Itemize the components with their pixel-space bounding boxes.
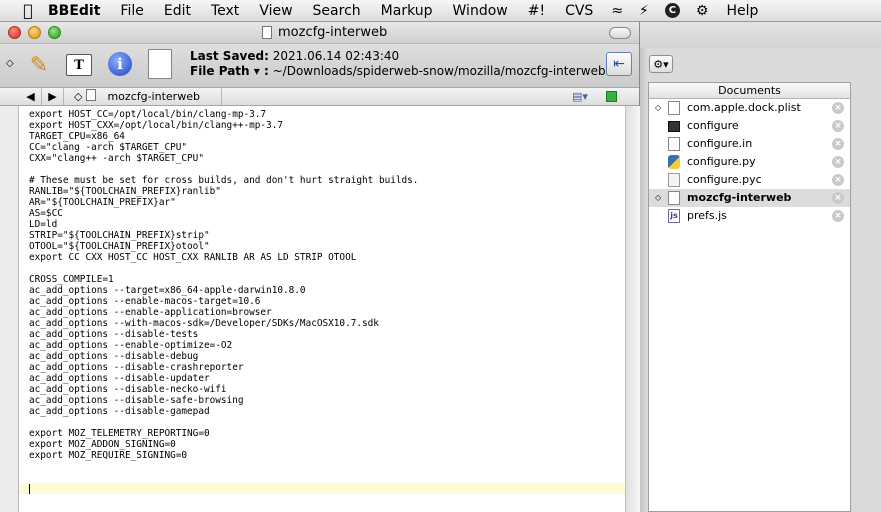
drawer-edge xyxy=(851,82,881,512)
document-popup[interactable]: ◇ mozcfg-interweb xyxy=(64,88,222,105)
documents-header: Documents xyxy=(649,83,850,99)
last-saved-label: Last Saved: xyxy=(190,49,269,63)
close-document-icon[interactable]: × xyxy=(832,210,844,222)
info-icon[interactable]: i xyxy=(108,52,132,76)
file-document-icon[interactable] xyxy=(148,49,172,79)
js-icon: js xyxy=(668,209,680,223)
close-document-icon[interactable]: × xyxy=(832,192,844,204)
python-icon xyxy=(668,155,680,169)
menu-text[interactable]: Text xyxy=(201,0,249,22)
document-list-item[interactable]: js prefs.js × xyxy=(649,207,850,225)
document-name: configure.py xyxy=(687,155,756,168)
toolbar-toggle-button[interactable] xyxy=(609,27,631,39)
menu-markup[interactable]: Markup xyxy=(371,0,443,22)
menu-shebang[interactable]: #! xyxy=(518,0,555,22)
window-title: mozcfg-interweb xyxy=(278,25,388,40)
zoom-button[interactable] xyxy=(48,26,61,39)
menu-window[interactable]: Window xyxy=(443,0,518,22)
document-icon xyxy=(668,191,680,205)
editor-gutter xyxy=(0,106,18,512)
document-list-item[interactable]: ◇ com.apple.dock.plist × xyxy=(649,99,850,117)
navigation-bar: ◀ ▶ ◇ mozcfg-interweb ▤▾ xyxy=(0,88,639,106)
document-name: com.apple.dock.plist xyxy=(687,101,801,114)
gear-icon[interactable]: ⚙▾ xyxy=(649,55,673,73)
document-icon xyxy=(668,137,680,151)
close-document-icon[interactable]: × xyxy=(832,120,844,132)
close-document-icon[interactable]: × xyxy=(832,174,844,186)
modified-marker-icon: ◇ xyxy=(655,103,662,112)
last-saved: Last Saved: 2021.06.14 02:43:40 xyxy=(190,49,399,63)
menu-app-name[interactable]: BBEdit xyxy=(42,0,110,22)
menu-cvs[interactable]: CVS xyxy=(555,0,603,22)
close-button[interactable] xyxy=(8,26,21,39)
document-popup-label: mozcfg-interweb xyxy=(107,90,200,103)
minimize-button[interactable] xyxy=(28,26,41,39)
documents-list: Documents ◇ com.apple.dock.plist × configur… xyxy=(648,82,851,512)
toolbar-marker-icon: ◇ xyxy=(6,58,14,69)
menu-view[interactable]: View xyxy=(249,0,302,22)
close-document-icon[interactable]: × xyxy=(832,102,844,114)
document-name: configure.in xyxy=(687,137,753,150)
pyc-icon xyxy=(668,173,680,187)
editor-window: mozcfg-interweb ◇ ✎ T i Last Saved: 2021… xyxy=(0,22,640,512)
document-popup-marker-icon: ◇ xyxy=(74,90,83,103)
lightning-menu-icon[interactable]: ⚡ xyxy=(631,0,657,22)
file-path-value: ~/Downloads/spiderweb-snow/mozilla/mozcf… xyxy=(272,64,606,78)
menu-help[interactable]: Help xyxy=(716,0,768,22)
file-path-label[interactable]: File Path ▾ : xyxy=(190,64,269,78)
document-list-item[interactable]: configure.pyc × xyxy=(649,171,850,189)
document-list-item[interactable]: ◇ mozcfg-interweb × xyxy=(649,189,850,207)
text-options-button[interactable]: T xyxy=(66,54,92,76)
document-proxy-icon[interactable] xyxy=(262,26,272,39)
function-popup-icon[interactable]: ▤▾ xyxy=(572,90,588,103)
vertical-scrollbar[interactable] xyxy=(625,106,640,512)
status-green-icon[interactable] xyxy=(606,91,617,102)
c-circle-menu-icon[interactable]: C xyxy=(664,3,680,18)
document-list-item[interactable]: configure.in × xyxy=(649,135,850,153)
menu-bar:  BBEdit File Edit Text View Search Mark… xyxy=(0,0,881,22)
previous-document-button[interactable]: ◀ xyxy=(20,88,42,105)
close-document-icon[interactable]: × xyxy=(832,156,844,168)
document-list-item[interactable]: configure × xyxy=(649,117,850,135)
menu-search[interactable]: Search xyxy=(303,0,371,22)
file-path: File Path ▾ : ~/Downloads/spiderweb-snow… xyxy=(190,64,606,78)
toolbar: ◇ ✎ T i Last Saved: 2021.06.14 02:43:40 … xyxy=(0,44,639,88)
editor-code[interactable]: export HOST_CC=/opt/local/bin/clang-mp-3… xyxy=(29,109,418,461)
text-editor[interactable]: export HOST_CC=/opt/local/bin/clang-mp-3… xyxy=(18,106,626,512)
menu-file[interactable]: File xyxy=(110,0,153,22)
pencil-icon[interactable]: ✎ xyxy=(26,52,52,78)
document-name: prefs.js xyxy=(687,209,727,222)
last-saved-value: 2021.06.14 02:43:40 xyxy=(272,49,400,63)
terminal-icon xyxy=(668,121,680,132)
close-document-icon[interactable]: × xyxy=(832,138,844,150)
document-list-item[interactable]: configure.py × xyxy=(649,153,850,171)
document-name: mozcfg-interweb xyxy=(687,191,792,204)
text-caret xyxy=(29,484,30,494)
gear-menu-icon[interactable]: ⚙ xyxy=(688,0,717,22)
squiggle-menu-icon[interactable]: ≈ xyxy=(603,0,631,22)
title-bar: mozcfg-interweb xyxy=(0,22,639,44)
modified-marker-icon: ◇ xyxy=(655,193,662,202)
document-name: configure xyxy=(687,119,739,132)
current-line-highlight xyxy=(19,483,626,494)
document-name: configure.pyc xyxy=(687,173,762,186)
document-icon xyxy=(668,101,680,115)
apple-menu-icon[interactable]:  xyxy=(14,1,42,20)
menu-edit[interactable]: Edit xyxy=(154,0,201,22)
drawer-toggle-icon[interactable]: ⇤ xyxy=(606,52,632,76)
next-document-button[interactable]: ▶ xyxy=(42,88,64,105)
document-icon xyxy=(85,89,96,101)
